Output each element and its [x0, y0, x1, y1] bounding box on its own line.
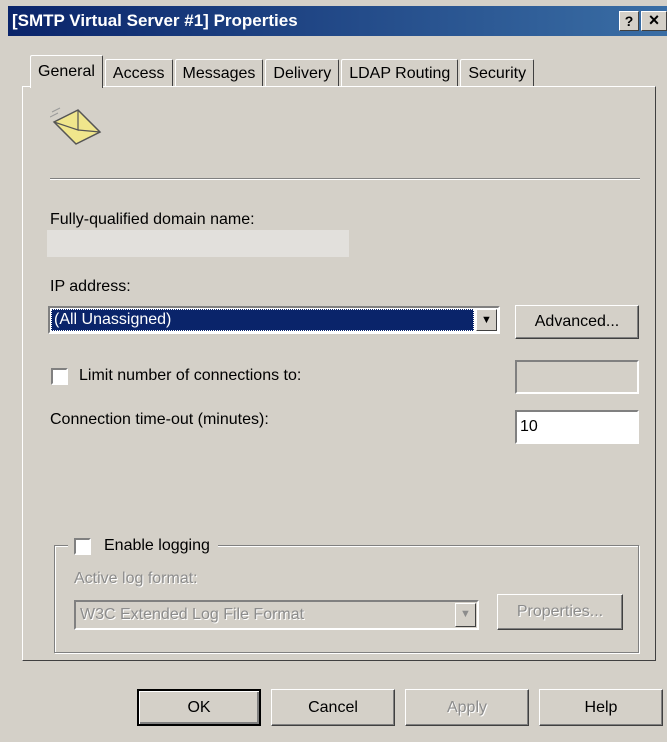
- tab-general[interactable]: General: [30, 55, 103, 88]
- tab-access[interactable]: Access: [104, 59, 173, 87]
- limit-connections-input[interactable]: [515, 360, 639, 394]
- window-title: [SMTP Virtual Server #1] Properties: [12, 11, 298, 30]
- fqdn-label: Fully-qualified domain name:: [50, 211, 255, 228]
- log-format-value: W3C Extended Log File Format: [80, 606, 305, 623]
- log-format-select[interactable]: W3C Extended Log File Format ▼: [74, 600, 479, 630]
- timeout-input[interactable]: 10: [515, 410, 639, 444]
- ok-button[interactable]: OK: [137, 689, 261, 726]
- properties-dialog: [SMTP Virtual Server #1] Properties ? × …: [0, 0, 667, 742]
- cancel-button[interactable]: Cancel: [271, 689, 395, 726]
- log-properties-label: Properties...: [516, 603, 604, 620]
- fqdn-value: [47, 230, 349, 257]
- title-bar[interactable]: [SMTP Virtual Server #1] Properties ? ×: [8, 6, 667, 36]
- ip-address-select[interactable]: (All Unassigned) ▼: [48, 306, 500, 334]
- help-title-button[interactable]: ?: [619, 11, 639, 31]
- timeout-label: Connection time-out (minutes):: [50, 411, 269, 428]
- ip-address-label: IP address:: [50, 278, 131, 295]
- chevron-down-icon[interactable]: ▼: [476, 309, 497, 331]
- ip-address-value: (All Unassigned): [51, 309, 474, 331]
- apply-button[interactable]: Apply: [405, 689, 529, 726]
- chevron-down-icon[interactable]: ▼: [455, 603, 476, 627]
- enable-logging-label: Enable logging: [104, 537, 210, 554]
- tab-strip: General Access Messages Delivery LDAP Ro…: [30, 53, 536, 88]
- close-title-button[interactable]: ×: [641, 11, 667, 31]
- tab-security[interactable]: Security: [460, 59, 535, 87]
- log-format-label: Active log format:: [74, 570, 198, 587]
- advanced-button[interactable]: Advanced...: [515, 305, 639, 339]
- tab-messages[interactable]: Messages: [174, 59, 264, 87]
- envelope-icon: [50, 107, 102, 145]
- tab-ldap-routing[interactable]: LDAP Routing: [341, 59, 459, 87]
- header-separator: [50, 178, 640, 180]
- limit-connections-label: Limit number of connections to:: [79, 367, 302, 384]
- logging-legend: Enable logging: [68, 536, 218, 558]
- limit-connections-checkbox[interactable]: [51, 368, 68, 385]
- help-button[interactable]: Help: [539, 689, 663, 726]
- enable-logging-checkbox[interactable]: [74, 538, 91, 555]
- tab-delivery[interactable]: Delivery: [265, 59, 340, 87]
- log-properties-button[interactable]: Properties...: [497, 594, 623, 630]
- apply-label: Apply: [446, 699, 488, 716]
